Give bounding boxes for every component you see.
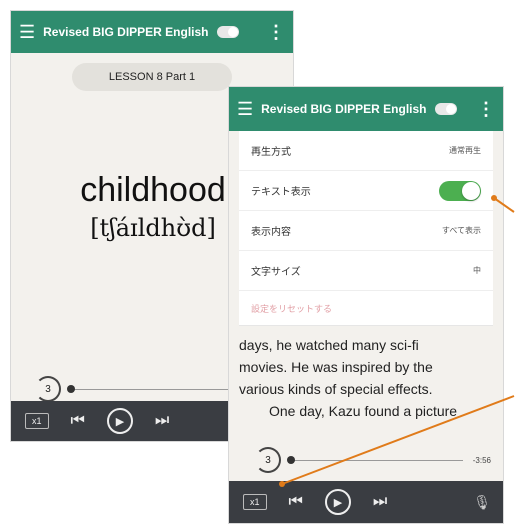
speed-button[interactable]: x1 [25, 413, 49, 429]
play-icon[interactable]: ▶ [106, 408, 133, 434]
header-toggle-icon[interactable] [216, 26, 239, 38]
hamburger-menu-icon[interactable]: ☰ [19, 23, 35, 41]
setting-playback-mode[interactable]: 再生方式 通常再生 [239, 131, 493, 171]
setting-label: 再生方式 [251, 147, 291, 158]
story-text: days, he watched many sci-fi movies. He … [229, 326, 503, 422]
remaining-time: -3:56 [472, 455, 491, 465]
story-line: One day, Kazu found a picture [269, 403, 458, 419]
setting-value: 中 [473, 266, 481, 275]
setting-text-display[interactable]: テキスト表示 [239, 171, 493, 211]
lesson-label[interactable]: LESSON 8 Part 1 [72, 63, 232, 91]
previous-icon[interactable]: ⏮ [71, 412, 85, 430]
rewind-3-icon[interactable]: 3 [255, 447, 281, 473]
progress-track[interactable] [287, 455, 463, 464]
previous-icon[interactable]: ⏮ [289, 493, 303, 511]
settings-panel: 再生方式 通常再生 テキスト表示 表示内容 すべて表示 文字サイズ 中 設定をリ… [239, 131, 493, 326]
setting-value: 通常再生 [449, 146, 481, 155]
speed-button[interactable]: x1 [243, 494, 267, 510]
setting-label: テキスト表示 [251, 187, 311, 198]
app-bar: ☰ Revised BIG DIPPER English ⋮ [229, 87, 503, 131]
header-toggle-icon[interactable] [434, 103, 457, 115]
progress-thumb[interactable] [287, 455, 295, 464]
setting-label: 文字サイズ [251, 267, 301, 278]
reset-settings-button[interactable]: 設定をリセットする [239, 291, 493, 325]
progress-thumb[interactable] [67, 384, 75, 393]
setting-value: すべて表示 [441, 226, 481, 235]
more-options-icon[interactable]: ⋮ [477, 99, 495, 120]
app-title: Revised BIG DIPPER English [261, 102, 427, 116]
text-display-toggle[interactable] [439, 180, 481, 201]
story-line: movies. He was inspired by the [239, 359, 433, 375]
rewind-3-icon[interactable]: 3 [35, 376, 61, 402]
story-line: various kinds of special effects. [239, 381, 433, 397]
story-line: days, he watched many sci-fi [239, 337, 419, 353]
play-icon[interactable]: ▶ [324, 489, 351, 515]
setting-label: 表示内容 [251, 227, 291, 238]
next-icon[interactable]: ⏭ [373, 493, 387, 511]
app-bar: ☰ Revised BIG DIPPER English ⋮ [11, 11, 293, 53]
hamburger-menu-icon[interactable]: ☰ [237, 100, 253, 118]
playback-scrubber[interactable]: 3 -3:56 [255, 447, 491, 473]
playback-controls: x1 ⏮ ▶ ⏭ 🎙 [229, 481, 503, 523]
setting-display-content[interactable]: 表示内容 すべて表示 [239, 211, 493, 251]
setting-font-size[interactable]: 文字サイズ 中 [239, 251, 493, 291]
front-phone-screen: ☰ Revised BIG DIPPER English ⋮ 再生方式 通常再生… [228, 86, 504, 524]
next-icon[interactable]: ⏭ [155, 412, 169, 430]
microphone-icon[interactable]: 🎙 [473, 494, 491, 511]
more-options-icon[interactable]: ⋮ [267, 22, 285, 43]
app-title: Revised BIG DIPPER English [43, 25, 209, 39]
